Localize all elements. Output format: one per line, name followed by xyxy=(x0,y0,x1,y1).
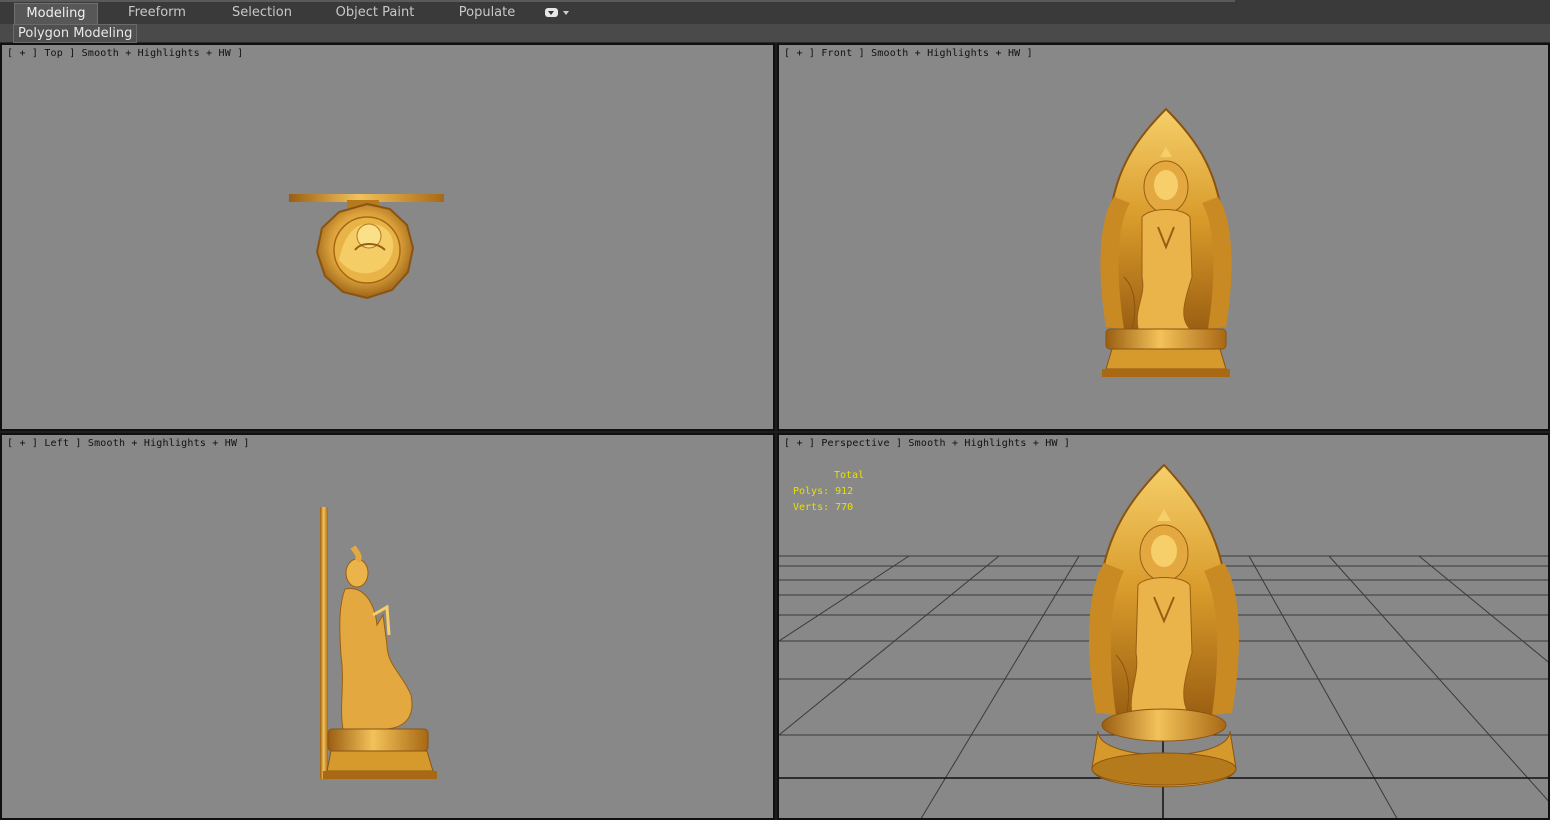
statue-top-view xyxy=(289,194,444,300)
tab-selection[interactable]: Selection xyxy=(224,4,300,22)
caret-down-icon xyxy=(563,11,569,15)
viewport-left-label[interactable]: [ + ] Left ] Smooth + Highlights + HW ] xyxy=(7,438,250,449)
ribbon-top-line xyxy=(0,0,1235,2)
viewport-left[interactable]: [ + ] Left ] Smooth + Highlights + HW ] xyxy=(0,433,775,820)
tab-modeling[interactable]: Modeling xyxy=(14,3,98,24)
viewport-front-label[interactable]: [ + ] Front ] Smooth + Highlights + HW ] xyxy=(784,48,1033,59)
statue-perspective-view xyxy=(1089,463,1239,788)
statue-left-view xyxy=(320,507,437,779)
dropdown-chip-icon xyxy=(545,8,558,17)
polygon-modeling-panel-toggle[interactable]: Polygon Modeling xyxy=(13,24,138,43)
tab-freeform[interactable]: Freeform xyxy=(120,4,194,22)
viewport-perspective[interactable]: [ + ] Perspective ] Smooth + Highlights … xyxy=(777,433,1550,820)
tab-object-paint[interactable]: Object Paint xyxy=(330,4,420,22)
viewport-top-label[interactable]: [ + ] Top ] Smooth + Highlights + HW ] xyxy=(7,48,243,59)
viewport-top[interactable]: [ + ] Top ] Smooth + Highlights + HW ] xyxy=(0,43,775,431)
ribbon-panel-bar: Polygon Modeling xyxy=(0,24,1550,43)
tab-populate[interactable]: Populate xyxy=(450,4,524,22)
viewport-front[interactable]: [ + ] Front ] Smooth + Highlights + HW ] xyxy=(777,43,1550,431)
statue-front-view xyxy=(1100,107,1232,377)
ribbon-tab-bar: Modeling Freeform Selection Object Paint… xyxy=(0,0,1550,25)
ribbon-options-dropdown[interactable] xyxy=(543,6,571,20)
